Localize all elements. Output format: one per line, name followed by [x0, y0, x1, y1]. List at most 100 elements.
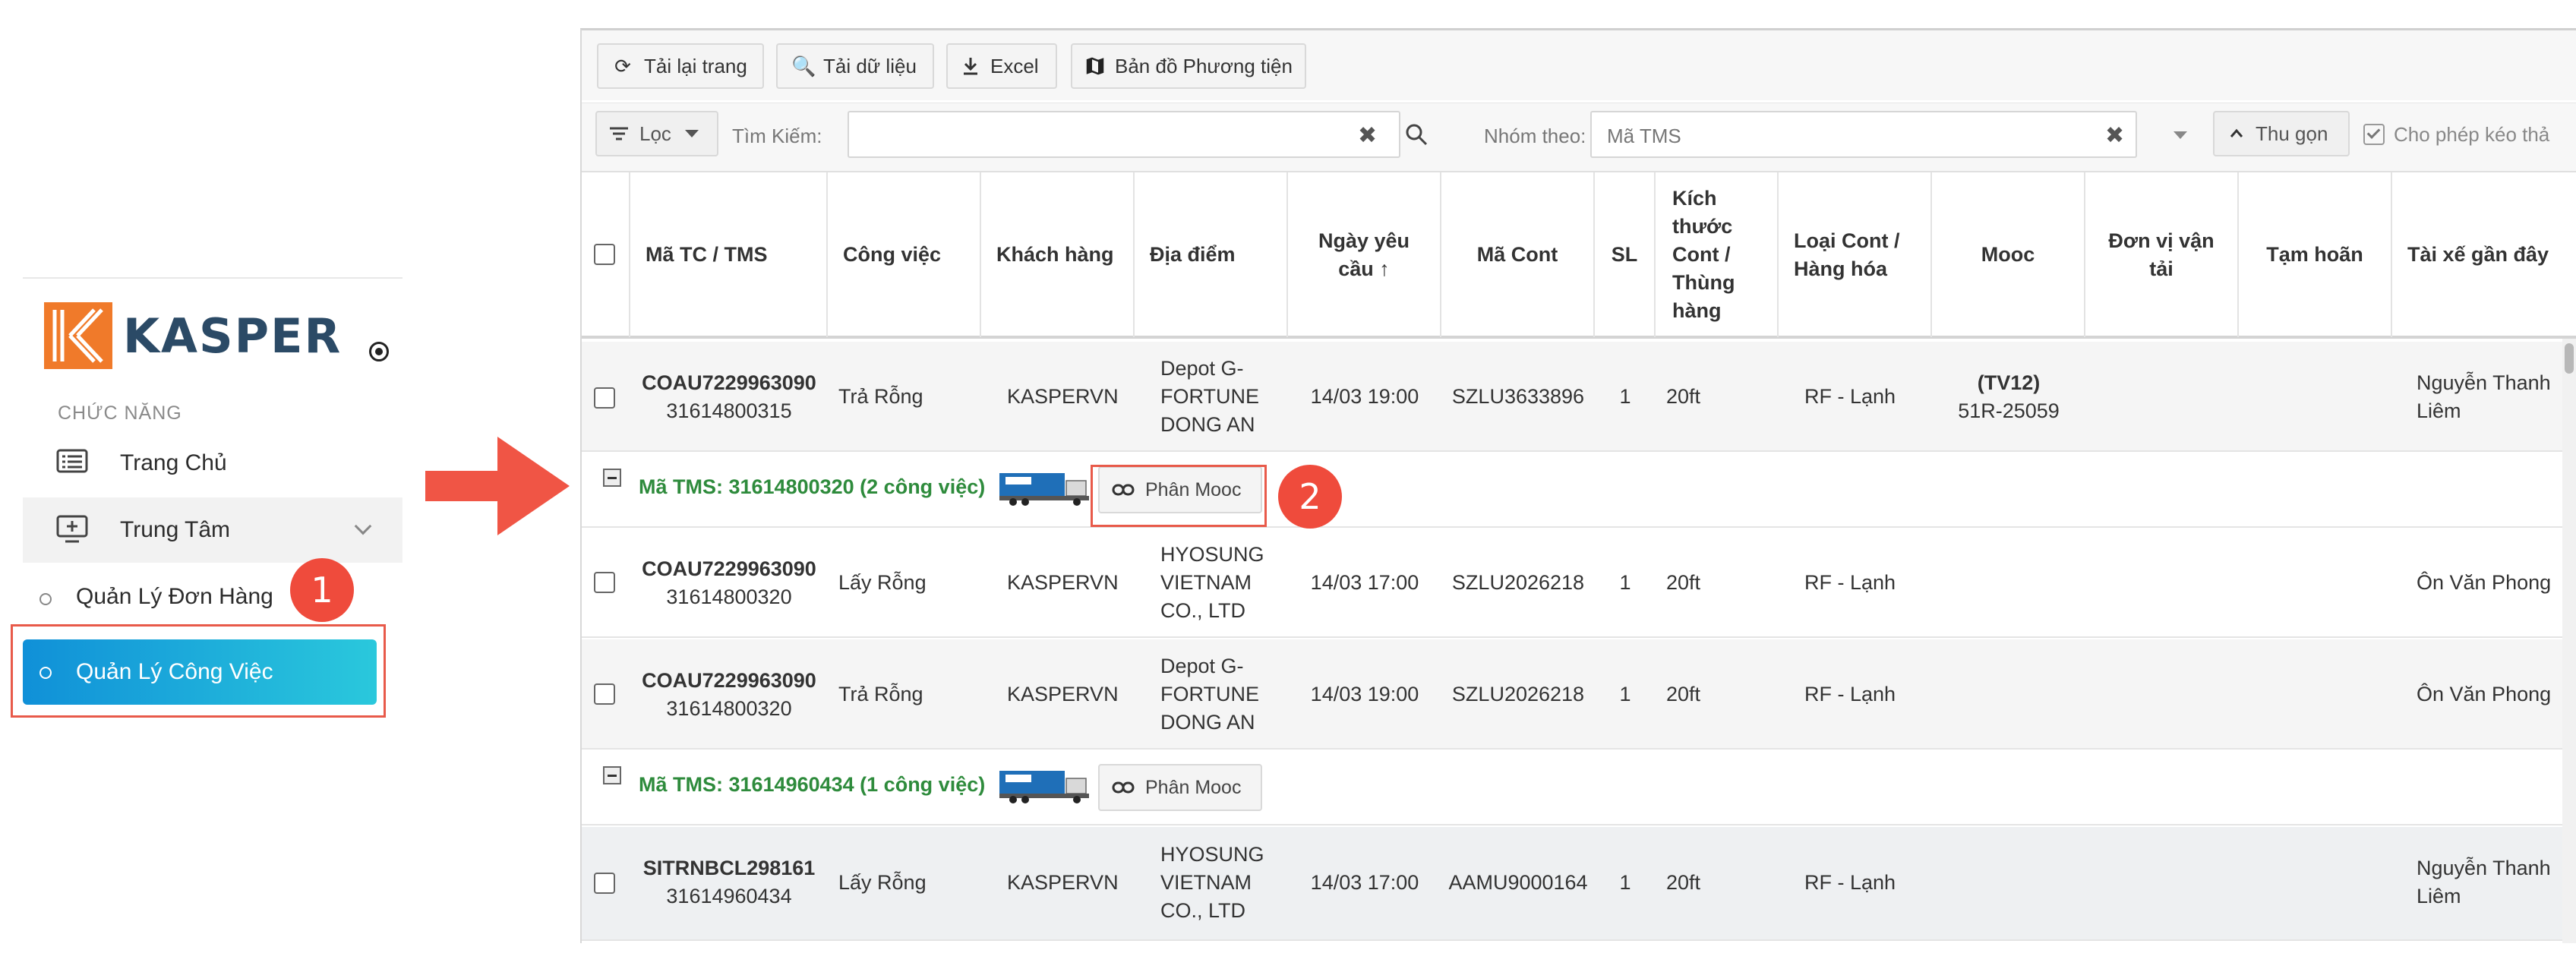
cell-size: 20ft	[1666, 571, 1701, 594]
cell-qty: 1	[1619, 871, 1631, 894]
cell-customer: KASPERVN	[1007, 871, 1119, 894]
sidebar-item-home[interactable]: Trang Chủ	[23, 431, 402, 496]
clear-search-icon[interactable]: ✖	[1358, 122, 1377, 149]
section-label: CHỨC NĂNG	[58, 402, 182, 424]
cell-tms: 31614800320	[666, 697, 792, 720]
collapse-group-icon[interactable]	[603, 469, 621, 487]
brand-logo[interactable]: KASPER	[44, 298, 401, 369]
cell-cont: SZLU3633896	[1451, 385, 1585, 408]
assign-mooc-button[interactable]: Phân Mooc	[1098, 764, 1262, 811]
filter-dropdown[interactable]: Lọc	[595, 111, 718, 156]
checkbox-checked-icon	[2363, 124, 2385, 145]
cell-customer: KASPERVN	[1007, 683, 1119, 705]
cell-size: 20ft	[1666, 683, 1701, 705]
col-header-mooc[interactable]: Mooc	[1932, 172, 2085, 337]
search-input[interactable]: ✖	[848, 111, 1428, 158]
group-by-value: Mã TMS	[1607, 125, 1681, 147]
reload-button[interactable]: ⟳ Tải lại trang	[597, 43, 764, 89]
excel-button[interactable]: Excel	[946, 43, 1057, 89]
col-header-cont[interactable]: Mã Cont	[1441, 172, 1595, 337]
collapse-button[interactable]: Thu gọn	[2213, 111, 2350, 156]
table-row[interactable]: COAU7229963090 31614800320 Lấy Rỗng KASP…	[582, 528, 2576, 638]
collapse-label: Thu gọn	[2256, 122, 2328, 145]
select-all-checkbox[interactable]	[594, 244, 615, 265]
sidebar-subitem-label: Quản Lý Đơn Hàng	[76, 584, 273, 609]
cell-job: Trả Rỗng	[838, 683, 923, 705]
table-scrollbar[interactable]	[2562, 339, 2576, 943]
vehicle-map-button[interactable]: Bản đồ Phương tiện	[1071, 43, 1306, 89]
cell-customer: KASPERVN	[1007, 385, 1119, 408]
col-header-driver[interactable]: Tài xế gần đây	[2392, 172, 2576, 337]
load-data-button[interactable]: 🔍 Tải dữ liệu	[776, 43, 934, 89]
assign-mooc-label: Phân Mooc	[1145, 776, 1242, 798]
row-checkbox[interactable]	[594, 683, 615, 705]
load-data-label: Tải dữ liệu	[823, 54, 917, 77]
group-by-select[interactable]: Mã TMS ✖	[1590, 111, 2137, 158]
cell-job: Trả Rỗng	[838, 385, 923, 408]
cell-mooc-plate: 51R-25059	[1958, 399, 2060, 422]
sidebar-item-label: Trung Tâm	[120, 517, 231, 542]
cell-cont: SZLU2026218	[1451, 571, 1585, 594]
collapse-group-icon[interactable]	[603, 766, 621, 784]
clear-group-icon[interactable]: ✖	[2105, 122, 2124, 149]
caret-down-icon[interactable]	[2174, 131, 2187, 139]
col-header-hold[interactable]: Tạm hoãn	[2239, 172, 2392, 337]
row-checkbox[interactable]	[594, 572, 615, 593]
allow-drag-toggle[interactable]: Cho phép kéo thả	[2363, 122, 2549, 147]
col-header-size[interactable]: Kích thước Cont / Thùng hàng	[1656, 172, 1779, 337]
job-management-panel: ⟳ Tải lại trang 🔍 Tải dữ liệu Excel Bản …	[580, 28, 2576, 943]
cell-type: RF - Lạnh	[1804, 571, 1896, 594]
cell-type: RF - Lạnh	[1804, 385, 1896, 408]
table-row[interactable]: SITRNBCL298161 31614960434 Lấy Rỗng KASP…	[582, 827, 2576, 941]
col-header-type[interactable]: Loại Cont / Hàng hóa	[1779, 172, 1932, 337]
cell-mooc-code: (TV12)	[1977, 371, 2041, 394]
circle-icon	[39, 593, 52, 605]
cell-qty: 1	[1619, 385, 1631, 408]
row-checkbox[interactable]	[594, 387, 615, 409]
allow-drag-label: Cho phép kéo thả	[2394, 122, 2550, 146]
scrollbar-thumb[interactable]	[2565, 343, 2574, 374]
group-header[interactable]: Mã TMS: 31614800320 (2 công việc) Phân M…	[582, 453, 2576, 528]
link-icon	[1112, 781, 1135, 794]
col-header-date[interactable]: Ngày yêu cầu ↑	[1288, 172, 1441, 337]
cell-driver: Ôn Văn Phong	[2417, 571, 2552, 594]
col-header-customer[interactable]: Khách hàng	[981, 172, 1135, 337]
cell-driver: Ôn Văn Phong	[2417, 683, 2552, 705]
vehicle-map-label: Bản đồ Phương tiện	[1115, 54, 1293, 77]
cell-code: SITRNBCL298161	[642, 857, 816, 879]
cell-cont: SZLU2026218	[1451, 683, 1585, 705]
col-header-carrier[interactable]: Đơn vị vận tải	[2085, 172, 2239, 337]
filter-lines-icon	[610, 127, 628, 140]
cell-type: RF - Lạnh	[1804, 871, 1896, 894]
cell-size: 20ft	[1666, 871, 1701, 894]
cell-size: 20ft	[1666, 385, 1701, 408]
highlight-box-jobs	[11, 624, 386, 718]
chevron-down-icon[interactable]	[354, 517, 372, 535]
truck-icon	[999, 771, 1089, 803]
col-header-location[interactable]: Địa điểm	[1135, 172, 1288, 337]
group-label: Mã TMS: 31614960434 (1 công việc)	[639, 773, 986, 796]
filter-label: Lọc	[639, 122, 671, 145]
cell-code: COAU7229963090	[642, 557, 816, 580]
group-by-label: Nhóm theo:	[1484, 125, 1586, 147]
table-row[interactable]: COAU7229963090 31614800320 Trả Rỗng KASP…	[582, 639, 2576, 750]
cell-date: 14/03 17:00	[1310, 571, 1419, 594]
sidebar-toggle-icon[interactable]	[369, 342, 389, 361]
cell-driver: Nguyễn Thanh Liêm	[2417, 371, 2551, 422]
sidebar-item-center[interactable]: Trung Tâm	[23, 497, 402, 563]
arrow-right-icon	[425, 437, 570, 535]
kasper-logo-icon	[44, 302, 112, 369]
col-header-code[interactable]: Mã TC / TMS	[630, 172, 828, 337]
col-header-job[interactable]: Công việc	[828, 172, 981, 337]
sidebar-item-label: Trang Chủ	[120, 450, 227, 475]
cell-tms: 31614800320	[666, 586, 792, 608]
group-header[interactable]: Mã TMS: 31614960434 (1 công việc) Phân M…	[582, 751, 2576, 825]
step-badge-1: 1	[290, 558, 354, 622]
row-checkbox[interactable]	[594, 873, 615, 894]
col-header-qty[interactable]: SL	[1595, 172, 1656, 337]
table-row[interactable]: COAU7229963090 31614800315 Trả Rỗng KASP…	[582, 342, 2576, 452]
cell-tms: 31614800315	[666, 399, 792, 422]
search-icon[interactable]	[1405, 123, 1428, 146]
search-label: Tìm Kiếm:	[732, 125, 822, 147]
cell-job: Lấy Rỗng	[838, 871, 927, 894]
